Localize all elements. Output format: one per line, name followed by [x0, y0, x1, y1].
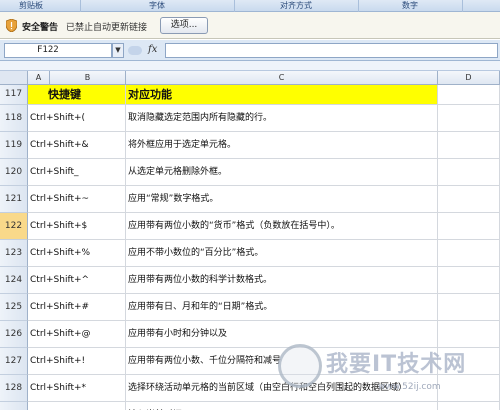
- function-cell[interactable]: 应用不带小数位的“百分比”格式。: [126, 240, 438, 267]
- function-cell[interactable]: 应用“常规”数字格式。: [126, 186, 438, 213]
- ribbon-group-font[interactable]: 字体: [80, 0, 234, 12]
- watermark-text: 我要IT技术网: [326, 352, 467, 377]
- row-header[interactable]: 120: [0, 159, 28, 186]
- ribbon-group-labels: 剪贴板 字体 对齐方式 数字: [0, 0, 500, 12]
- shortcut-cell[interactable]: Ctrl+Shift+(: [28, 105, 126, 132]
- shortcut-cell[interactable]: Ctrl+Shift+!: [28, 348, 126, 375]
- watermark-logo-icon: [278, 344, 322, 388]
- function-cell[interactable]: 将外框应用于选定单元格。: [126, 132, 438, 159]
- table-header-function[interactable]: 对应功能: [126, 85, 438, 105]
- function-cell[interactable]: 应用带有日、月和年的“日期”格式。: [126, 294, 438, 321]
- ribbon-group-clipboard[interactable]: 剪贴板: [0, 0, 62, 12]
- row-header[interactable]: 124: [0, 267, 28, 294]
- formula-bar: F122 ▼ fx: [0, 40, 500, 61]
- row-header[interactable]: 125: [0, 294, 28, 321]
- empty-cell[interactable]: [438, 213, 500, 240]
- empty-cell[interactable]: [438, 132, 500, 159]
- insert-function-icon[interactable]: fx: [148, 43, 162, 58]
- row-header[interactable]: 127: [0, 348, 28, 375]
- column-header-d[interactable]: D: [438, 71, 500, 85]
- security-options-button[interactable]: 选项...: [160, 17, 208, 34]
- shortcut-cell[interactable]: Ctrl+Shift+&: [28, 132, 126, 159]
- ribbon-group-number[interactable]: 数字: [358, 0, 462, 12]
- empty-cell[interactable]: [438, 159, 500, 186]
- function-cell[interactable]: 应用带有两位小数的“货币”格式（负数放在括号中）。: [126, 213, 438, 240]
- shortcut-cell[interactable]: Ctrl+Shift_: [28, 159, 126, 186]
- security-warning-bar: 安全警告 已禁止自动更新链接 选项...: [0, 12, 500, 39]
- shortcut-cell[interactable]: Ctrl+Shift+$: [28, 213, 126, 240]
- row-header[interactable]: 123: [0, 240, 28, 267]
- shortcut-cell[interactable]: Ctrl+Shift+#: [28, 294, 126, 321]
- empty-cell[interactable]: [438, 294, 500, 321]
- row-header[interactable]: 121: [0, 186, 28, 213]
- row-header[interactable]: 122: [0, 213, 28, 240]
- function-cell[interactable]: 从选定单元格删除外框。: [126, 159, 438, 186]
- formula-input[interactable]: [165, 43, 498, 58]
- shortcut-cell[interactable]: Ctrl+Shift+:: [28, 402, 126, 410]
- shortcut-cell[interactable]: Ctrl+Shift+~: [28, 186, 126, 213]
- name-box-dropdown-icon[interactable]: ▼: [112, 43, 124, 58]
- security-warning-message: 已禁止自动更新链接: [66, 23, 148, 33]
- function-cell[interactable]: 取消隐藏选定范围内所有隐藏的行。: [126, 105, 438, 132]
- empty-cell[interactable]: [438, 267, 500, 294]
- row-header[interactable]: 119: [0, 132, 28, 159]
- ribbon-group-alignment[interactable]: 对齐方式: [234, 0, 358, 12]
- column-header-a[interactable]: A: [28, 71, 50, 85]
- shortcut-cell[interactable]: Ctrl+Shift+@: [28, 321, 126, 348]
- empty-cell[interactable]: [438, 85, 500, 105]
- empty-cell[interactable]: [438, 186, 500, 213]
- row-header[interactable]: 128: [0, 375, 28, 402]
- function-cell[interactable]: 应用带有两位小数的科学计数格式。: [126, 267, 438, 294]
- site-watermark: 我要IT技术网 www.52ij.com: [278, 340, 496, 406]
- column-header-c[interactable]: C: [126, 71, 438, 85]
- select-all-corner[interactable]: [0, 71, 28, 85]
- shortcut-cell[interactable]: Ctrl+Shift+%: [28, 240, 126, 267]
- shortcut-cell[interactable]: Ctrl+Shift+^: [28, 267, 126, 294]
- name-box[interactable]: F122: [4, 43, 112, 58]
- empty-cell[interactable]: [438, 105, 500, 132]
- table-header-shortcut[interactable]: 快捷键: [28, 85, 126, 105]
- shield-warning-icon: [6, 19, 17, 32]
- row-header[interactable]: 126: [0, 321, 28, 348]
- row-header[interactable]: 118: [0, 105, 28, 132]
- row-header[interactable]: 117: [0, 85, 28, 105]
- row-header[interactable]: 129: [0, 402, 28, 410]
- toolbar-gap: [0, 61, 500, 71]
- security-warning-title: 安全警告: [22, 23, 59, 33]
- shortcut-cell[interactable]: Ctrl+Shift+*: [28, 375, 126, 402]
- column-header-b[interactable]: B: [50, 71, 126, 85]
- ribbon-separator: [462, 0, 463, 12]
- watermark-url: www.52ij.com: [378, 382, 441, 392]
- formula-bar-splitter[interactable]: [128, 46, 142, 55]
- empty-cell[interactable]: [438, 240, 500, 267]
